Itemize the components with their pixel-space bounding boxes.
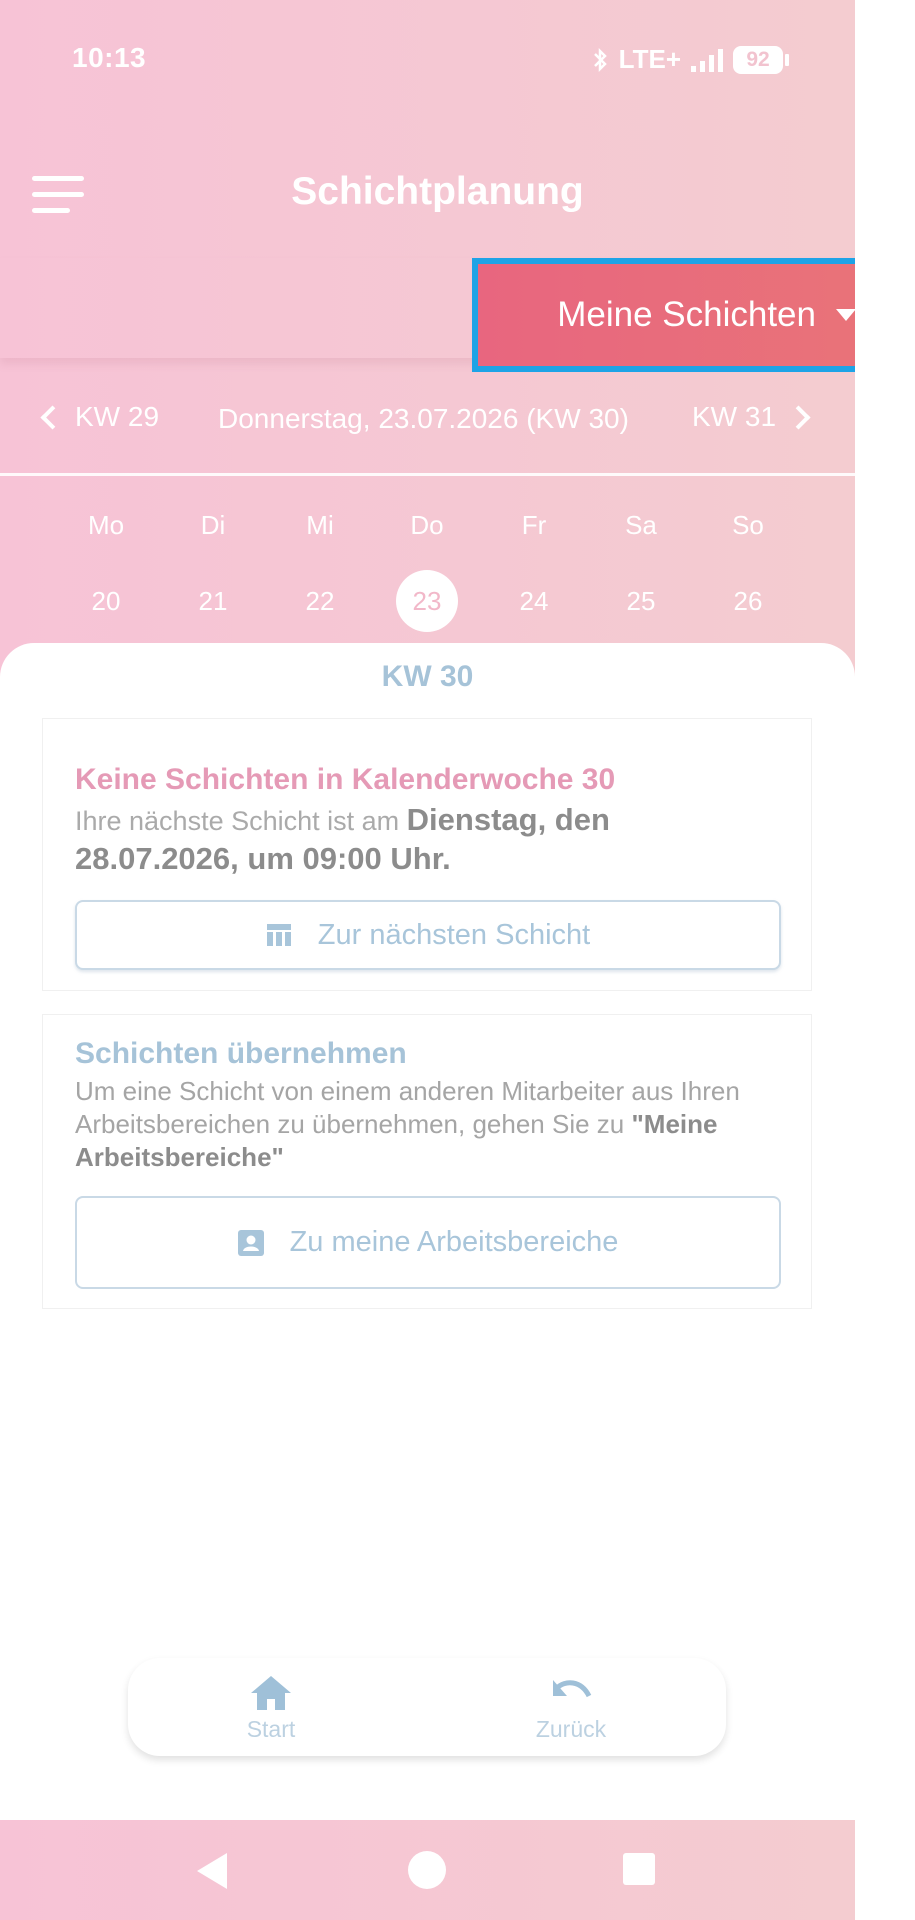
page-title: Schichtplanung: [291, 170, 584, 213]
network-type: LTE+: [618, 44, 681, 74]
day-name-mo: Mo: [87, 510, 125, 540]
my-shifts-dropdown[interactable]: Meine Schichten: [472, 258, 910, 372]
week-navigation: KW 29 Donnerstag, 23.07.2026 (KW 30) KW …: [0, 375, 855, 475]
status-bar: 10:13 LTE+ 92: [0, 0, 855, 120]
next-week-button[interactable]: KW 31: [692, 401, 811, 433]
chevron-right-icon: [786, 404, 811, 430]
right-margin: [855, 0, 915, 1920]
signal-icon: [691, 48, 723, 72]
prev-week-button[interactable]: KW 29: [40, 401, 160, 433]
current-date-label[interactable]: Donnerstag, 23.07.2026 (KW 30): [218, 403, 629, 435]
take-over-text: Um eine Schicht von einem anderen Mitarb…: [75, 1075, 785, 1174]
week-divider: [0, 473, 855, 476]
day-name-fr: Fr: [521, 510, 547, 540]
day-23-selected[interactable]: 23: [396, 570, 458, 632]
status-indicators: LTE+ 92: [591, 44, 789, 75]
day-21[interactable]: 21: [182, 570, 244, 632]
no-shifts-card: Keine Schichten in Kalenderwoche 30 Ihre…: [42, 718, 812, 991]
dropdown-caret-icon: [836, 309, 856, 321]
prev-week-label: KW 29: [75, 401, 160, 432]
status-time: 10:13: [72, 42, 147, 73]
day-name-so: So: [732, 510, 764, 540]
nav-home-icon[interactable]: [408, 1851, 446, 1889]
next-week-label: KW 31: [692, 401, 777, 432]
next-shift-button[interactable]: Zur nächsten Schicht: [75, 900, 781, 970]
tab-back[interactable]: Zurück: [511, 1674, 631, 1743]
day-name-mi: Mi: [306, 510, 334, 540]
chevron-left-icon: [40, 404, 65, 430]
home-icon: [251, 1676, 291, 1710]
bluetooth-icon: [593, 47, 607, 72]
week-label: KW 30: [381, 660, 474, 693]
undo-icon: [553, 1680, 592, 1698]
day-25[interactable]: 25: [610, 570, 672, 632]
no-shifts-title: Keine Schichten in Kalenderwoche 30: [75, 763, 616, 796]
day-name-di: Di: [200, 510, 226, 540]
work-areas-button[interactable]: Zu meine Arbeitsbereiche: [75, 1196, 781, 1289]
my-shifts-label: Meine Schichten: [557, 295, 816, 334]
tab-start-label: Start: [246, 1716, 296, 1742]
day-name-do: Do: [410, 510, 444, 540]
nav-recents-icon[interactable]: [623, 1853, 655, 1885]
day-24[interactable]: 24: [503, 570, 565, 632]
next-shift-text: Ihre nächste Schicht ist am Dienstag, de…: [75, 801, 775, 879]
battery-icon: 92: [733, 45, 789, 74]
system-nav-bar: [0, 1820, 855, 1920]
tab-start[interactable]: Start: [211, 1674, 331, 1743]
tab-back-label: Zurück: [535, 1716, 607, 1742]
next-shift-button-label: Zur nächsten Schicht: [317, 918, 591, 951]
day-22[interactable]: 22: [289, 570, 351, 632]
take-over-title: Schichten übernehmen: [75, 1037, 407, 1070]
next-shift-prefix: Ihre nächste Schicht ist am: [75, 806, 407, 836]
day-26[interactable]: 26: [717, 570, 779, 632]
take-over-card: Schichten übernehmen Um eine Schicht von…: [42, 1014, 812, 1309]
calendar-table-icon: [266, 924, 291, 946]
day-20[interactable]: 20: [75, 570, 137, 632]
nav-back-icon[interactable]: [197, 1853, 227, 1889]
day-name-sa: Sa: [625, 510, 657, 540]
bottom-tab-bar: Start Zurück: [128, 1658, 726, 1756]
contact-card-icon: [237, 1229, 264, 1256]
work-areas-button-label: Zu meine Arbeitsbereiche: [289, 1226, 619, 1258]
top-bar: Schichtplanung: [0, 130, 855, 250]
